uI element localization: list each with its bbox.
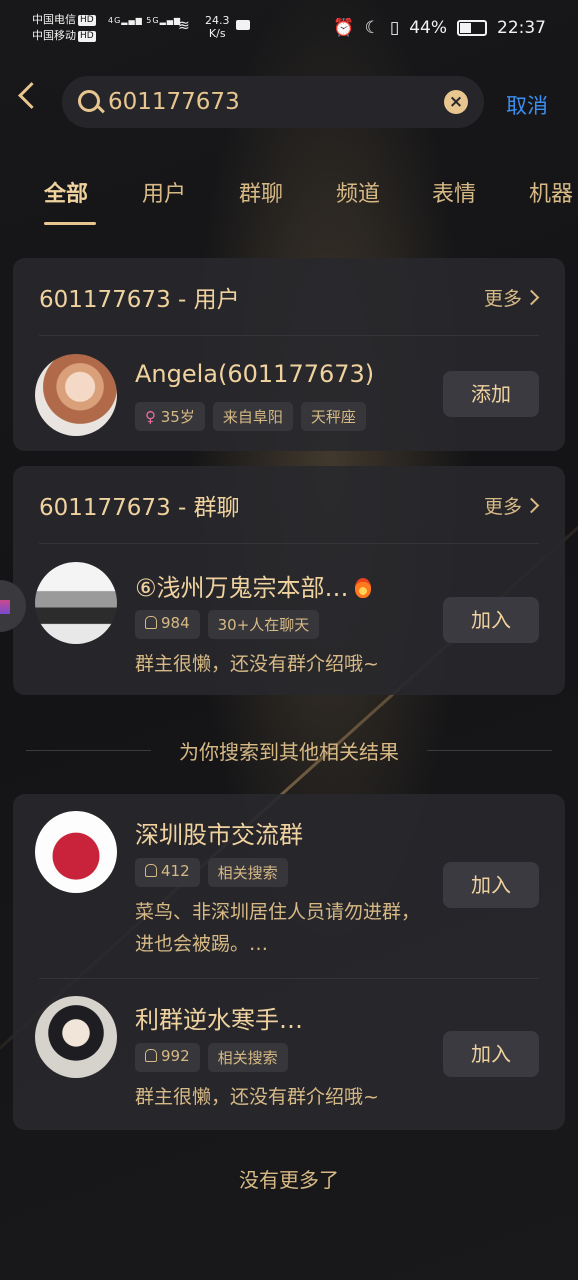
status-bar: 中国电信 HD 中国移动 HD 4G▂▄▆ 5G▂▄▆ ≋ 24.3 K/s ⏰ ☾… [0, 0, 578, 58]
app-icon [0, 600, 10, 614]
vibrate-icon: ▯ [389, 18, 400, 38]
search-icon [78, 90, 100, 112]
tab-all[interactable]: 全部 [44, 176, 88, 208]
group-name[interactable]: ⑥浅州万鬼宗本部… [135, 568, 371, 603]
user-more-link[interactable]: 更多 [484, 284, 540, 311]
fire-icon [354, 578, 371, 598]
add-friend-button[interactable]: 添加 [443, 371, 539, 417]
group-name[interactable]: 深圳股市交流群 [135, 815, 303, 850]
member-count-tag: 992 [135, 1043, 200, 1072]
hd-badge: HD [78, 31, 96, 42]
tab-stickers[interactable]: 表情 [432, 176, 476, 208]
person-icon [145, 616, 157, 629]
battery-icon [457, 20, 487, 36]
group-description: 菜鸟、非深圳居住人员请勿进群，进也会被踢。… [135, 901, 421, 955]
group-tags: 984 30+人在聊天 [135, 610, 320, 639]
search-bar[interactable]: × [62, 76, 484, 128]
related-heading: 为你搜索到其他相关结果 [179, 740, 399, 764]
tab-groups[interactable]: 群聊 [239, 176, 283, 208]
join-group-button[interactable]: 加入 [443, 1031, 539, 1077]
no-more-text: 没有更多了 [239, 1168, 339, 1192]
active-tab-indicator [44, 222, 96, 225]
avatar[interactable] [35, 354, 117, 436]
carrier-1: 中国电信 [32, 13, 76, 26]
active-tag: 30+人在聊天 [207, 610, 320, 639]
camera-icon [236, 20, 250, 30]
group-tags: 412 相关搜索 [135, 858, 288, 887]
group-description: 群主很懒，还没有群介绍哦~ [135, 653, 379, 675]
divider [39, 978, 539, 979]
female-icon: ♀ [145, 408, 161, 426]
related-results-card: 深圳股市交流群 412 相关搜索 菜鸟、非深圳居住人员请勿进群，进也会被踢。… … [13, 794, 565, 1130]
related-search-tag: 相关搜索 [207, 1043, 288, 1072]
category-tabs: 全部 用户 群聊 频道 表情 机器 [0, 176, 578, 226]
group-section-title: 601177673 - 群聊 [39, 495, 240, 521]
member-count-tag: 412 [135, 858, 200, 887]
signal-icon: 4G▂▄▆ 5G▂▄▆ [108, 16, 182, 25]
group-name[interactable]: 利群逆水寒手… [135, 1000, 303, 1035]
related-divider: 为你搜索到其他相关结果 [26, 736, 552, 766]
tab-users[interactable]: 用户 [142, 176, 186, 208]
group-more-link[interactable]: 更多 [484, 492, 540, 519]
carrier-2: 中国移动 [32, 29, 76, 42]
join-group-button[interactable]: 加入 [443, 862, 539, 908]
group-tags: 992 相关搜索 [135, 1043, 288, 1072]
person-icon [145, 864, 157, 877]
join-group-button[interactable]: 加入 [443, 597, 539, 643]
user-section-title: 601177673 - 用户 [39, 287, 240, 313]
avatar[interactable] [35, 996, 117, 1078]
user-tags: ♀ 35岁 来自阜阳 天秤座 [135, 402, 366, 431]
battery-percent: 44% [409, 18, 447, 38]
user-name[interactable]: Angela(601177673) [135, 360, 374, 388]
alarm-icon: ⏰ [333, 18, 355, 38]
tab-channels[interactable]: 频道 [336, 176, 380, 208]
net-speed: 24.3 K/s [205, 14, 230, 40]
avatar[interactable] [35, 562, 117, 644]
clock: 22:37 [497, 18, 546, 38]
group-description: 群主很懒，还没有群介绍哦~ [135, 1086, 379, 1108]
hd-badge: HD [78, 15, 96, 26]
status-right: ⏰ ☾ ▯ 44% 22:37 [333, 18, 546, 38]
avatar[interactable] [35, 811, 117, 893]
cancel-button[interactable]: 取消 [506, 90, 548, 120]
clear-icon[interactable]: × [444, 90, 468, 114]
zodiac-tag: 天秤座 [300, 402, 366, 431]
group-section-card: 601177673 - 群聊 更多 ⑥浅州万鬼宗本部… 984 30+人在聊天 … [13, 466, 565, 695]
divider [39, 335, 539, 336]
divider [39, 543, 539, 544]
chevron-right-icon [523, 497, 540, 514]
person-icon [145, 1049, 157, 1062]
wifi-icon: ≋ [178, 18, 190, 34]
moon-icon: ☾ [364, 18, 380, 38]
related-search-tag: 相关搜索 [207, 858, 288, 887]
tab-bots[interactable]: 机器 [529, 176, 573, 208]
search-input[interactable] [108, 84, 428, 120]
member-count-tag: 984 [135, 610, 200, 639]
gender-age-tag: ♀ 35岁 [135, 402, 205, 431]
chevron-right-icon [523, 289, 540, 306]
location-tag: 来自阜阳 [212, 402, 293, 431]
carrier-info: 中国电信 HD 中国移动 HD [32, 12, 96, 44]
user-section-card: 601177673 - 用户 更多 Angela(601177673) ♀ 35… [13, 258, 565, 451]
